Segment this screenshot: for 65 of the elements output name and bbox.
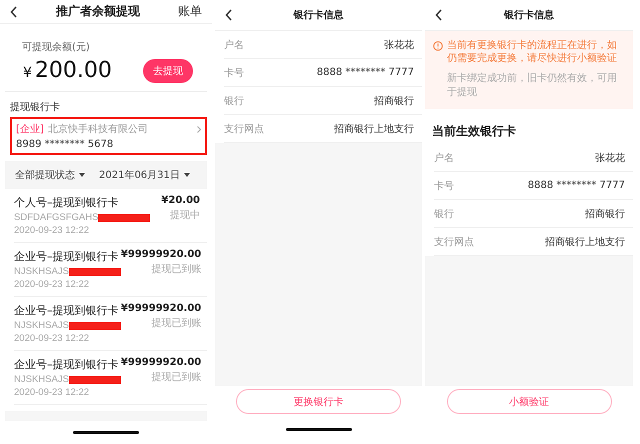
record-title: 企业号–提现到银行卡 [14,357,118,372]
section-label: 提现银行卡 [10,100,61,114]
field-label: 卡号 [434,180,454,192]
field-label: 银行 [224,94,244,108]
record-amount: ¥99999920.00 [120,249,202,260]
record-amount: ¥99999920.00 [120,303,202,314]
field-value: 招商银行上地支行 [334,122,414,136]
field-value: 张花花 [595,152,625,164]
screen-title: 银行卡信息 [502,8,555,22]
home-indicator [286,428,352,430]
field-label: 卡号 [224,66,244,80]
withdraw-button[interactable]: 去提现 [143,58,193,83]
record-title: 企业号–提现到银行卡 [14,249,118,264]
section-title: 当前生效银行卡 [431,123,517,140]
field-value: 招商银行 [585,208,625,220]
field-value: 招商银行 [374,94,414,108]
back-icon[interactable] [10,6,18,18]
back-icon[interactable] [225,9,233,21]
chevron-icon [197,126,201,133]
field-label: 户名 [434,152,454,164]
record-date: 2020-09-23 12:22 [14,225,90,236]
notice-message: 当前有更换银行卡的流程正在进行，如仍需要完成更换，请尽快进行小额验证 [447,39,618,65]
change-card-button[interactable]: 更换银行卡 [236,389,401,414]
caret-icon [79,173,85,178]
bill-link[interactable]: 账单 [178,3,202,20]
record-status: 提现已到账 [151,370,202,384]
record-code: NJSKHSAJS [14,320,69,332]
field-label: 户名 [224,38,244,52]
record-status: 提现中 [170,208,200,222]
balance-label: 可提现余额(元) [22,40,91,54]
bank-card-selector[interactable]: [企业] 北京快手科技有限公司 8989 ******** 5678 [10,117,207,156]
back-icon[interactable] [435,9,443,21]
record-status: 提现已到账 [151,262,202,276]
field-value: 8888 ******** 7777 [316,67,414,78]
record-date: 2020-09-23 12:22 [14,387,90,398]
field-value: 招商银行上地支行 [545,236,625,248]
notice-hint: 新卡绑定成功前，旧卡仍然有效，可用于提现 [446,72,618,99]
info-icon [433,41,443,51]
record-date: 2020-09-23 12:22 [14,279,90,290]
field-value: 张花花 [384,38,414,52]
filter-dropdown[interactable]: 全部提现状态 [15,168,85,182]
record-title: 个人号–提现到银行卡 [14,195,118,210]
field-label: 支行网点 [224,122,264,136]
field-label: 银行 [434,208,454,220]
card-tag: [企业] [16,122,44,136]
balance-amount: 200.00 [34,58,112,84]
record-amount: ¥99999920.00 [120,357,202,368]
company-name: 北京快手科技有限公司 [48,122,149,136]
record-code: NJSKHSAJS [14,266,69,278]
verify-button[interactable]: 小额验证 [446,389,612,414]
filter-dropdown[interactable]: 2021年06月31日 [99,168,190,182]
field-value: 8888 ******** 7777 [528,180,625,191]
record-title: 企业号–提现到银行卡 [14,303,118,318]
card-number: 8989 ******** 5678 [16,139,114,150]
record-date: 2020-09-23 12:22 [14,333,90,344]
screen-title: 银行卡信息 [292,8,344,22]
screen-title: 推广者余额提现 [54,3,141,20]
record-code: NJSKHSAJS [14,374,69,386]
home-indicator [73,430,139,434]
record-status: 提现已到账 [151,316,202,330]
currency-symbol: ¥ [23,65,32,82]
field-label: 支行网点 [434,236,474,248]
record-amount: ¥20.00 [161,195,200,206]
record-code: SDFDAFGSFGAHS [14,212,98,224]
caret-icon [184,173,190,178]
